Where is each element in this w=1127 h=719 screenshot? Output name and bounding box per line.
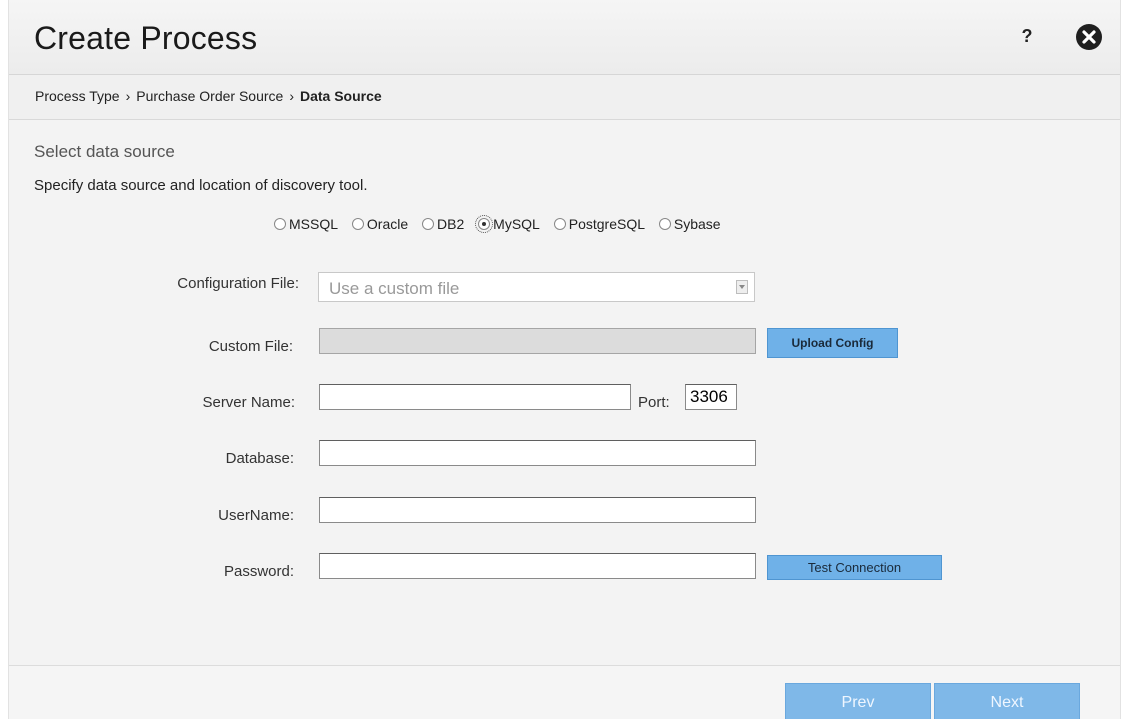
section-description: Specify data source and location of disc… — [34, 177, 368, 194]
config-file-selected-value: Use a custom file — [329, 279, 460, 298]
radio-button[interactable] — [274, 218, 286, 230]
dialog-header: Create Process ? — [9, 0, 1120, 75]
radio-oracle[interactable]: Oracle — [351, 216, 409, 232]
radio-label: Oracle — [366, 216, 409, 232]
custom-file-field[interactable] — [319, 328, 756, 354]
radio-label: DB2 — [437, 216, 465, 232]
next-button[interactable]: Next — [934, 683, 1080, 719]
radio-button[interactable] — [422, 218, 435, 230]
radio-button[interactable] — [658, 218, 671, 230]
radio-postgresql[interactable]: PostgreSQL — [553, 216, 645, 232]
password-label: Password: — [223, 563, 294, 580]
close-icon[interactable] — [1075, 23, 1103, 51]
custom-file-label: Custom File: — [208, 338, 293, 355]
upload-config-button[interactable]: Upload Config — [767, 328, 898, 358]
port-label: Port: — [638, 394, 670, 411]
password-field[interactable] — [319, 553, 756, 579]
breadcrumb-process-type[interactable]: Process Type — [35, 88, 120, 104]
radio-button[interactable] — [351, 218, 364, 230]
radio-label: MySQL — [493, 216, 540, 232]
db-type-radio-group: MSSQL Oracle DB2 MySQL PostgreSQL Sybase — [274, 215, 731, 236]
radio-db2[interactable]: DB2 — [422, 216, 464, 232]
radio-mssql[interactable]: MSSQL — [274, 216, 338, 232]
breadcrumb-separator: › — [125, 88, 131, 104]
help-icon[interactable]: ? — [1017, 24, 1037, 48]
dialog-title: Create Process — [34, 20, 258, 56]
create-process-dialog: Create Process ? Process Type › Purchase O… — [8, 0, 1121, 719]
radio-sybase[interactable]: Sybase — [658, 216, 721, 232]
username-label: UserName: — [218, 507, 294, 524]
radio-label: MSSQL — [289, 216, 339, 232]
radio-label: Sybase — [673, 216, 721, 232]
database-field[interactable] — [319, 440, 756, 466]
username-field[interactable] — [319, 497, 756, 523]
radio-button[interactable] — [475, 215, 494, 233]
server-name-field[interactable] — [319, 384, 631, 410]
breadcrumb-purchase-order-source[interactable]: Purchase Order Source — [136, 88, 283, 104]
breadcrumb-bar: Process Type › Purchase Order Source › Data … — [9, 75, 1120, 120]
radio-label: PostgreSQL — [568, 216, 645, 232]
server-name-label: Server Name: — [202, 394, 295, 411]
database-label: Database: — [225, 450, 294, 467]
chevron-down-icon[interactable] — [736, 280, 748, 294]
port-field[interactable] — [685, 384, 737, 410]
test-connection-button[interactable]: Test Connection — [767, 555, 942, 580]
radio-mysql[interactable]: MySQL — [475, 215, 540, 233]
section-title: Select data source — [34, 142, 175, 161]
breadcrumb: Process Type › Purchase Order Source › Data … — [35, 88, 382, 104]
config-file-select[interactable]: Use a custom file — [318, 272, 755, 302]
prev-button[interactable]: Prev — [785, 683, 931, 719]
dialog-footer: Prev Next — [9, 665, 1120, 719]
breadcrumb-separator: › — [289, 88, 294, 104]
config-file-label: Configuration File: — [177, 275, 299, 292]
breadcrumb-data-source: Data Source — [299, 88, 382, 104]
radio-button[interactable] — [553, 218, 566, 230]
